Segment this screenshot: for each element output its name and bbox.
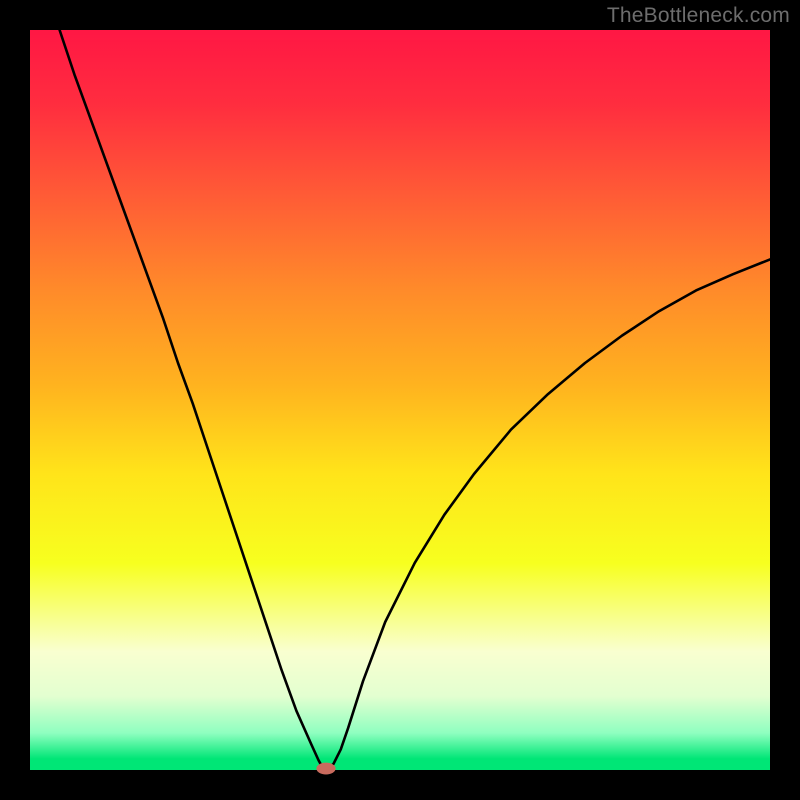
gradient-background [30, 30, 770, 770]
chart-stage: TheBottleneck.com [0, 0, 800, 800]
bottleneck-plot [0, 0, 800, 800]
minimum-marker [316, 763, 335, 775]
